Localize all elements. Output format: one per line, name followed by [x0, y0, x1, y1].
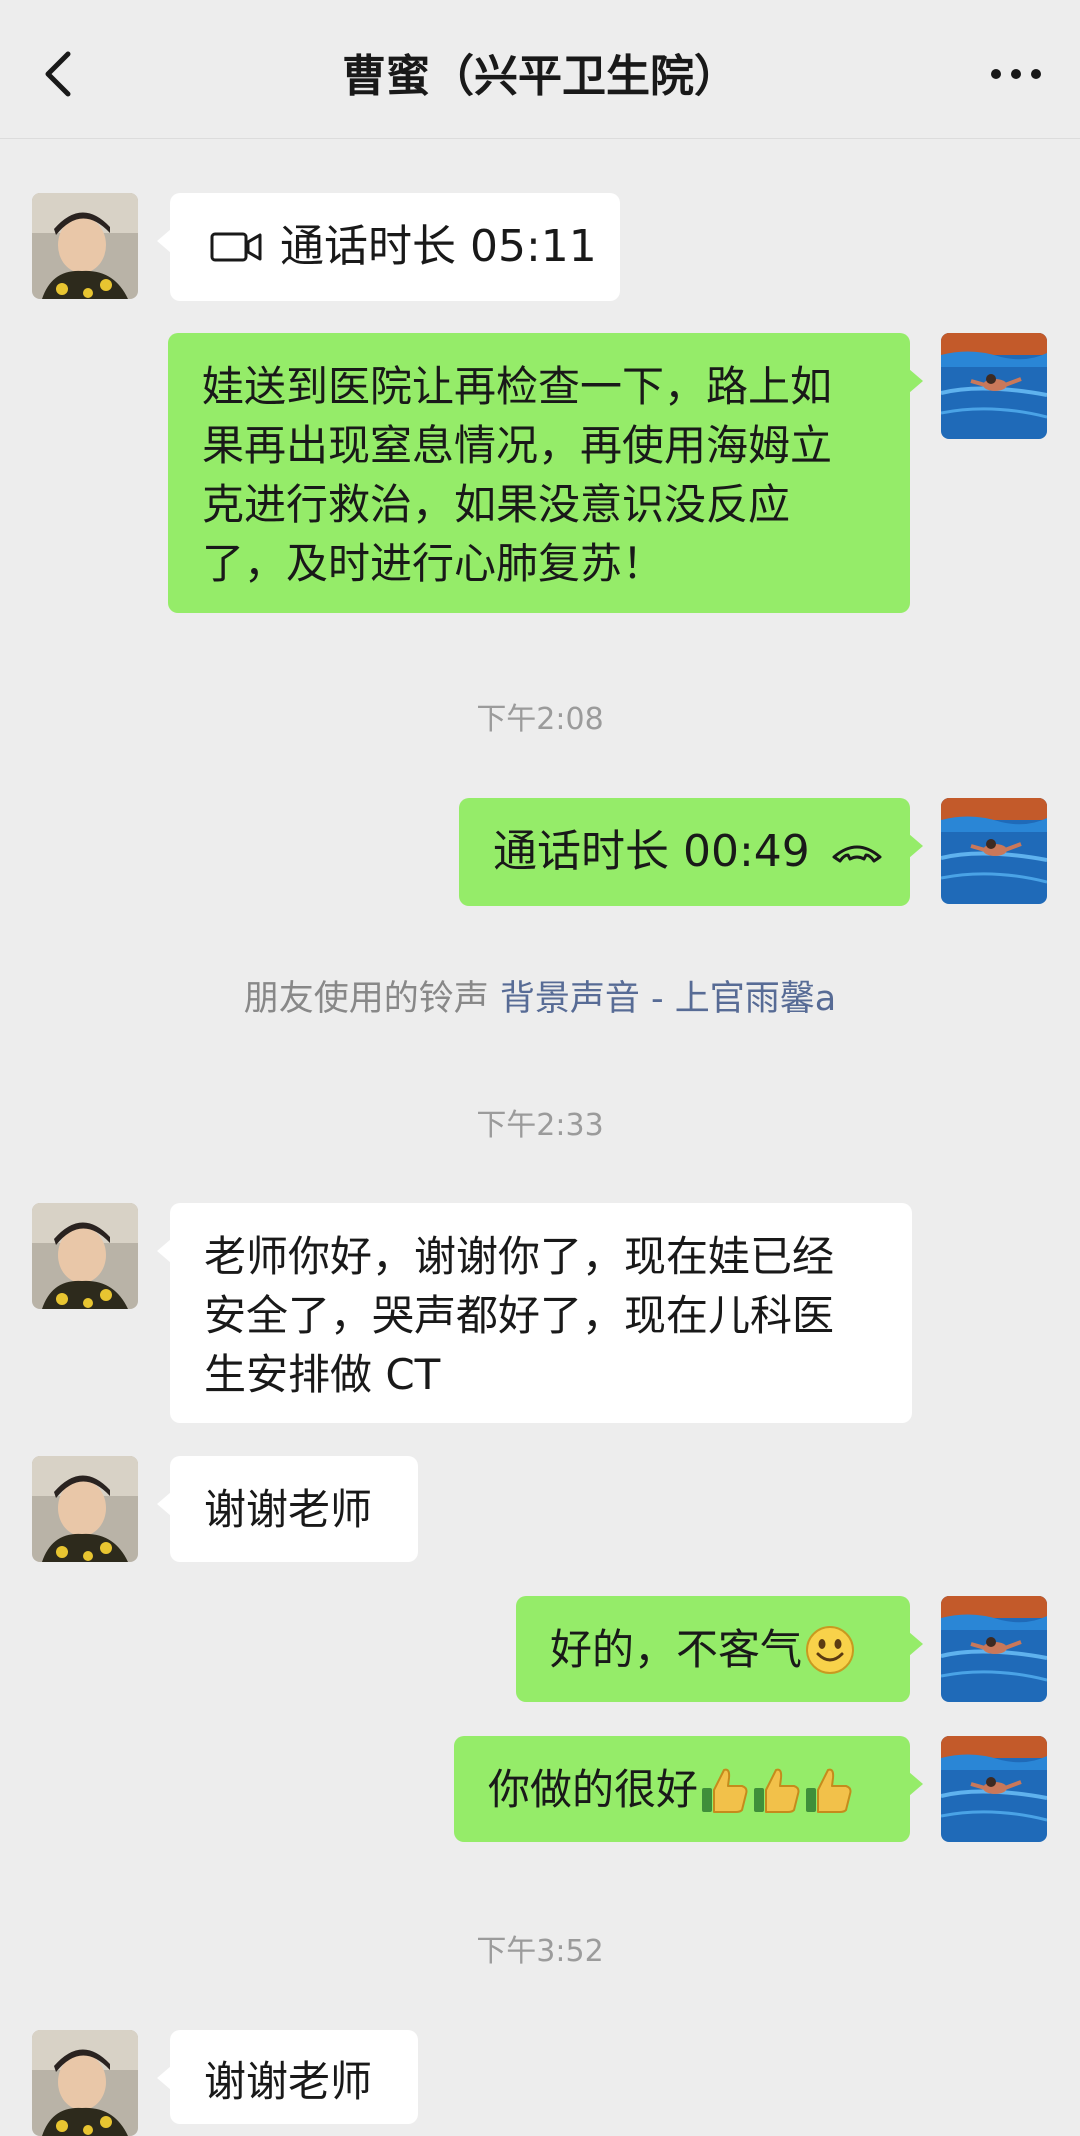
thumbs-up-emoji-icon — [702, 1768, 748, 1813]
message-text: 谢谢老师 — [204, 2057, 373, 2106]
phone-hangup-icon — [832, 845, 882, 862]
video-camera-icon — [210, 232, 262, 261]
smile-emoji-icon — [806, 1625, 855, 1674]
call-duration-text: 通话时长 05:11 — [280, 221, 597, 272]
ringtone-notice: 朋友使用的铃声 背景声音 - 上官雨馨a — [0, 970, 1080, 1021]
more-dots-icon — [991, 69, 1041, 79]
message-bubble-contact[interactable]: 老师你好，谢谢你了，现在娃已经 安全了，哭声都好了，现在儿科医 生安排做 CT — [157, 1203, 912, 1423]
thumbs-up-emoji-icon — [754, 1768, 800, 1813]
self-avatar[interactable] — [941, 1736, 1047, 1842]
call-duration-bubble[interactable]: 通话时长 05:11 — [157, 193, 620, 301]
ringtone-song-link[interactable]: 背景声音 - 上官雨馨a — [500, 979, 836, 1019]
timestamp: 下午2:08 — [476, 702, 604, 737]
message-line: 娃送到医院让再检查一下，路上如 — [202, 362, 833, 411]
message-bubble-contact[interactable]: 谢谢老师 — [157, 1456, 418, 1562]
message-line: 老师你好，谢谢你了，现在娃已经 — [204, 1232, 835, 1281]
message-bubble-self[interactable]: 你做的很好 — [454, 1736, 923, 1842]
message-line: 了，及时进行心肺复苏！ — [202, 539, 665, 588]
message-bubble-contact[interactable]: 谢谢老师 — [157, 2030, 418, 2124]
message-text: 你做的很好 — [488, 1765, 699, 1814]
call-duration-text: 通话时长 00:49 — [493, 826, 810, 877]
message-line: 克进行救治，如果没意识没反应 — [202, 480, 791, 529]
self-avatar[interactable] — [941, 798, 1047, 904]
message-line: 果再出现窒息情况，再使用海姆立 — [202, 421, 833, 470]
contact-avatar[interactable] — [32, 1456, 138, 1562]
ringtone-prefix: 朋友使用的铃声 — [243, 979, 489, 1019]
message-line: 生安排做 CT — [204, 1350, 441, 1399]
timestamp: 下午3:52 — [476, 1934, 604, 1969]
chat-header: 曹蜜（兴平卫生院） — [0, 0, 1080, 139]
thumbs-up-emoji-icon — [806, 1768, 852, 1813]
contact-avatar[interactable] — [32, 2030, 138, 2136]
message-line: 安全了，哭声都好了，现在儿科医 — [204, 1291, 835, 1340]
timestamp: 下午2:33 — [476, 1108, 604, 1143]
self-avatar[interactable] — [941, 333, 1047, 439]
contact-avatar[interactable] — [32, 193, 138, 299]
self-avatar[interactable] — [941, 1596, 1047, 1702]
more-button[interactable] — [986, 54, 1046, 94]
voice-call-bubble[interactable]: 通话时长 00:49 — [459, 798, 923, 906]
message-bubble-self[interactable]: 好的，不客气 — [516, 1596, 923, 1702]
message-text: 好的，不客气 — [550, 1625, 803, 1674]
message-bubble-self[interactable]: 娃送到医院让再检查一下，路上如 果再出现窒息情况，再使用海姆立 克进行救治，如果… — [168, 333, 923, 613]
message-text: 谢谢老师 — [204, 1485, 373, 1534]
chat-title: 曹蜜（兴平卫生院） — [342, 51, 738, 102]
contact-avatar[interactable] — [32, 1203, 138, 1309]
